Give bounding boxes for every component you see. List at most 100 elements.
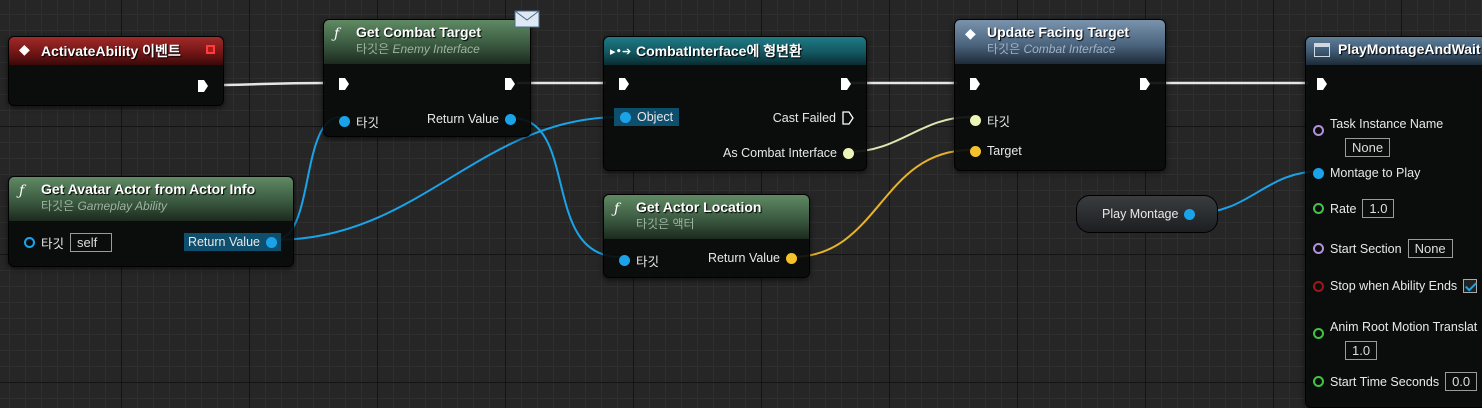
pin-label: As Combat Interface	[723, 146, 837, 160]
exec-out-pin[interactable]	[197, 79, 209, 93]
node-header: ▸•➔ CombatInterface에 형변환	[604, 37, 866, 65]
exec-in-pin[interactable]	[618, 77, 630, 91]
node-header: PlayMontageAndWait	[1306, 37, 1482, 65]
anim-root-motion-value[interactable]: 1.0	[1345, 341, 1378, 360]
update-facing-target-node[interactable]: ◆ Update Facing Target 타깃은 Combat Interf…	[954, 19, 1166, 171]
function-icon: ƒ	[614, 201, 620, 217]
start-time-seconds-pin[interactable]: Start Time Seconds 0.0	[1313, 372, 1478, 391]
rate-value[interactable]: 1.0	[1362, 199, 1395, 218]
node-title: Get Actor Location	[636, 199, 762, 215]
start-section-pin[interactable]: Start Section None	[1313, 239, 1453, 258]
object-pin-icon	[620, 111, 631, 123]
pin-label: Start Time Seconds	[1330, 374, 1440, 389]
cast-failed-pin[interactable]: Cast Failed	[773, 111, 854, 125]
pin-label: Anim Root Motion Translat	[1330, 319, 1478, 334]
node-subtitle: 타깃은 Combat Interface	[987, 42, 1116, 56]
pin-label: Start Section	[1330, 241, 1402, 256]
variable-output-pin[interactable]: Play Montage	[1102, 207, 1196, 221]
node-title: PlayMontageAndWait	[1338, 41, 1481, 57]
interface-pin-icon	[970, 115, 981, 126]
pin-label: Montage to Play	[1330, 166, 1421, 180]
as-combat-interface-pin[interactable]: As Combat Interface	[723, 146, 854, 160]
pin-label: 타깃	[636, 255, 660, 269]
exec-in-pin[interactable]	[338, 77, 350, 91]
pin-label: Return Value	[187, 235, 260, 249]
get-avatar-actor-node[interactable]: ƒ Get Avatar Actor from Actor Info 타깃은 G…	[8, 176, 294, 267]
event-diamond-icon: ◆	[19, 42, 30, 58]
node-title: Get Avatar Actor from Actor Info	[41, 181, 256, 197]
play-montage-and-wait-node[interactable]: PlayMontageAndWait Task Instance Name No…	[1305, 36, 1482, 408]
exec-in-pin[interactable]	[969, 77, 981, 91]
node-title: ActivateAbility 이벤트	[41, 43, 181, 59]
object-pin-icon	[619, 255, 630, 266]
object-pin-outline-icon	[24, 237, 35, 248]
interface-message-icon: ◆	[965, 26, 976, 42]
pin-label: 타깃	[356, 116, 380, 130]
exec-out-pin[interactable]	[840, 77, 852, 91]
pin-label: Rate	[1330, 201, 1357, 216]
object-pin-icon	[1313, 167, 1324, 179]
exec-out-pin[interactable]	[504, 77, 516, 91]
message-envelope-icon	[514, 8, 540, 28]
start-section-value[interactable]: None	[1407, 239, 1453, 258]
interface-pin-icon	[843, 147, 854, 159]
node-title: CombatInterface에 형변환	[636, 43, 802, 59]
name-pin-icon	[1313, 125, 1324, 136]
return-value-pin[interactable]: Return Value	[183, 233, 281, 251]
task-icon	[1314, 43, 1330, 57]
object-pin-icon	[1184, 208, 1196, 220]
exec-arrow-icon	[1140, 78, 1150, 90]
target-input-pin[interactable]: 타깃	[970, 111, 1010, 130]
play-montage-variable-node[interactable]: Play Montage	[1076, 195, 1218, 233]
float-pin-icon	[1313, 203, 1324, 214]
task-instance-name-pin[interactable]: Task Instance Name None	[1313, 111, 1443, 157]
activate-ability-event-node[interactable]: ◆ ActivateAbility 이벤트	[8, 36, 224, 106]
start-time-value[interactable]: 0.0	[1445, 372, 1478, 391]
pin-label: Target	[987, 144, 1022, 158]
stop-when-ability-ends-pin[interactable]: Stop when Ability Ends	[1313, 279, 1478, 293]
node-header: ƒ Get Avatar Actor from Actor Info 타깃은 G…	[9, 177, 293, 221]
node-subtitle: 타깃은 Gameplay Ability	[41, 199, 168, 213]
cast-combat-interface-node[interactable]: ▸•➔ CombatInterface에 형변환 Object Cast Fai…	[603, 36, 867, 171]
get-actor-location-node[interactable]: ƒ Get Actor Location 타깃은 액터 타깃 Return Va…	[603, 194, 810, 278]
name-pin-icon	[1313, 243, 1324, 254]
task-instance-name-value[interactable]: None	[1345, 138, 1391, 157]
checkbox-checked[interactable]	[1463, 279, 1478, 293]
exec-wire	[223, 81, 326, 87]
exec-out-pin[interactable]	[1139, 77, 1151, 91]
node-subtitle: 타깃은 Enemy Interface	[356, 42, 480, 56]
return-value-pin[interactable]: Return Value	[708, 251, 797, 265]
exec-arrow-icon	[841, 78, 851, 90]
montage-to-play-pin[interactable]: Montage to Play	[1313, 166, 1420, 180]
node-header: ƒ Get Combat Target 타깃은 Enemy Interface	[324, 20, 530, 64]
get-combat-target-node[interactable]: ƒ Get Combat Target 타깃은 Enemy Interface …	[323, 10, 540, 137]
float-pin-icon	[1313, 376, 1324, 387]
cast-arrow-icon: ▸•➔	[610, 45, 632, 58]
node-subtitle: 타깃은 액터	[636, 217, 695, 231]
pin-label: Stop when Ability Ends	[1330, 279, 1458, 293]
object-input-pin[interactable]: Object	[614, 108, 680, 126]
vector-pin-icon	[786, 252, 797, 264]
self-value-box[interactable]: self	[70, 233, 113, 252]
target-input-pin[interactable]: 타깃 self	[24, 233, 113, 252]
target-input-pin[interactable]: 타깃	[619, 251, 659, 270]
stop-icon	[206, 45, 215, 54]
node-header: ◆ ActivateAbility 이벤트	[9, 37, 223, 65]
rate-pin[interactable]: Rate 1.0	[1313, 199, 1395, 218]
node-title: Update Facing Target	[987, 24, 1130, 40]
pin-label: Return Value	[707, 251, 780, 265]
variable-label: Play Montage	[1102, 207, 1179, 221]
pin-label: Object	[637, 110, 674, 124]
target-input-pin[interactable]: 타깃	[339, 112, 379, 131]
pin-label: Return Value	[426, 112, 499, 126]
target-vector-pin[interactable]: Target	[970, 144, 1022, 158]
node-title: Get Combat Target	[356, 24, 481, 40]
anim-root-motion-pin[interactable]: Anim Root Motion Translat 1.0	[1313, 314, 1477, 360]
return-value-pin[interactable]: Return Value	[427, 112, 516, 126]
object-pin-icon	[339, 116, 350, 127]
exec-arrow-outline-icon	[842, 111, 854, 125]
bool-pin-icon	[1313, 280, 1324, 292]
exec-in-pin[interactable]	[1316, 77, 1328, 91]
node-header: ◆ Update Facing Target 타깃은 Combat Interf…	[955, 20, 1165, 64]
pin-label: 타깃	[41, 237, 65, 251]
